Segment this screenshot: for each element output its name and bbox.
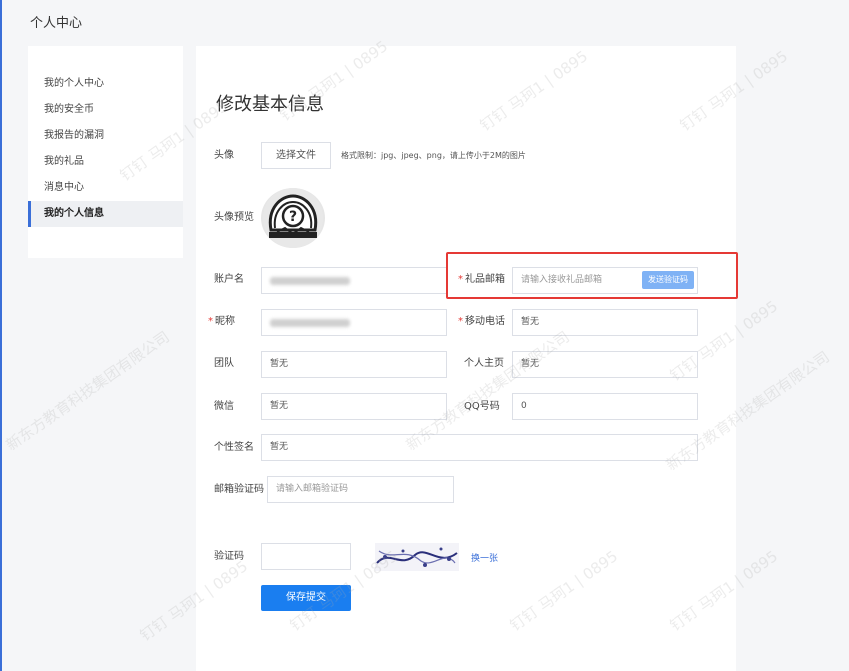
- avatar-placeholder-icon: ?: [263, 188, 323, 248]
- upload-hint: 格式限制：jpg、jpeg、png，请上传小于2M的图片: [341, 151, 526, 160]
- avatar-preview: ?: [261, 188, 325, 248]
- nickname-label: * 昵称: [208, 316, 235, 327]
- main-panel: 修改基本信息 头像 选择文件 格式限制：jpg、jpeg、png，请上传小于2M…: [196, 46, 738, 671]
- homepage-label: 个人主页: [464, 358, 504, 369]
- account-value-redacted: [270, 277, 350, 285]
- mobile-label: * 移动电话: [458, 316, 505, 327]
- team-input[interactable]: 暂无: [261, 351, 447, 378]
- qq-label: QQ号码: [464, 401, 500, 412]
- account-label: 账户名: [214, 274, 244, 285]
- form-title: 修改基本信息: [216, 94, 324, 115]
- sidebar-item-messages[interactable]: 消息中心: [28, 175, 183, 201]
- save-submit-button[interactable]: 保存提交: [261, 585, 351, 611]
- email-code-input[interactable]: 请输入邮箱验证码: [267, 476, 454, 503]
- gift-email-label: * 礼品邮箱: [458, 274, 505, 285]
- nickname-value-redacted: [270, 319, 350, 327]
- choose-file-button[interactable]: 选择文件: [261, 142, 331, 169]
- sidebar-item-my-gifts[interactable]: 我的礼品: [28, 149, 183, 175]
- homepage-input[interactable]: 暂无: [512, 351, 698, 378]
- wechat-input[interactable]: 暂无: [261, 393, 447, 420]
- sidebar-item-my-reports[interactable]: 我报告的漏洞: [28, 123, 183, 149]
- avatar-preview-label: 头像预览: [214, 212, 254, 223]
- refresh-captcha-link[interactable]: 换一张: [471, 551, 498, 564]
- nickname-input[interactable]: [261, 309, 447, 336]
- avatar-label: 头像: [214, 150, 234, 161]
- mobile-input[interactable]: 暂无: [512, 309, 698, 336]
- qq-input[interactable]: 0: [512, 393, 698, 420]
- account-field: [261, 267, 447, 294]
- sidebar-item-personal-info[interactable]: 我的个人信息: [28, 201, 183, 227]
- email-code-label: 邮箱验证码: [214, 484, 264, 495]
- window-left-edge: [0, 0, 2, 671]
- team-label: 团队: [214, 358, 234, 369]
- page-title: 个人中心: [30, 16, 83, 31]
- captcha-image[interactable]: [375, 543, 459, 571]
- sidebar: 我的个人中心 我的安全币 我报告的漏洞 我的礼品 消息中心 我的个人信息: [28, 46, 183, 258]
- captcha-noise-graphic: [376, 547, 458, 567]
- signature-label: 个性签名: [214, 442, 254, 453]
- send-code-button[interactable]: 发送验证码: [642, 271, 694, 289]
- sidebar-item-security-coins[interactable]: 我的安全币: [28, 97, 183, 123]
- captcha-input[interactable]: [261, 543, 351, 570]
- watermark: 新东方教育科技集团有限公司: [2, 327, 173, 455]
- sidebar-item-my-center[interactable]: 我的个人中心: [28, 71, 183, 97]
- wechat-label: 微信: [214, 401, 234, 412]
- svg-text:?: ?: [289, 209, 297, 225]
- signature-input[interactable]: 暂无: [261, 434, 698, 461]
- captcha-label: 验证码: [214, 551, 244, 562]
